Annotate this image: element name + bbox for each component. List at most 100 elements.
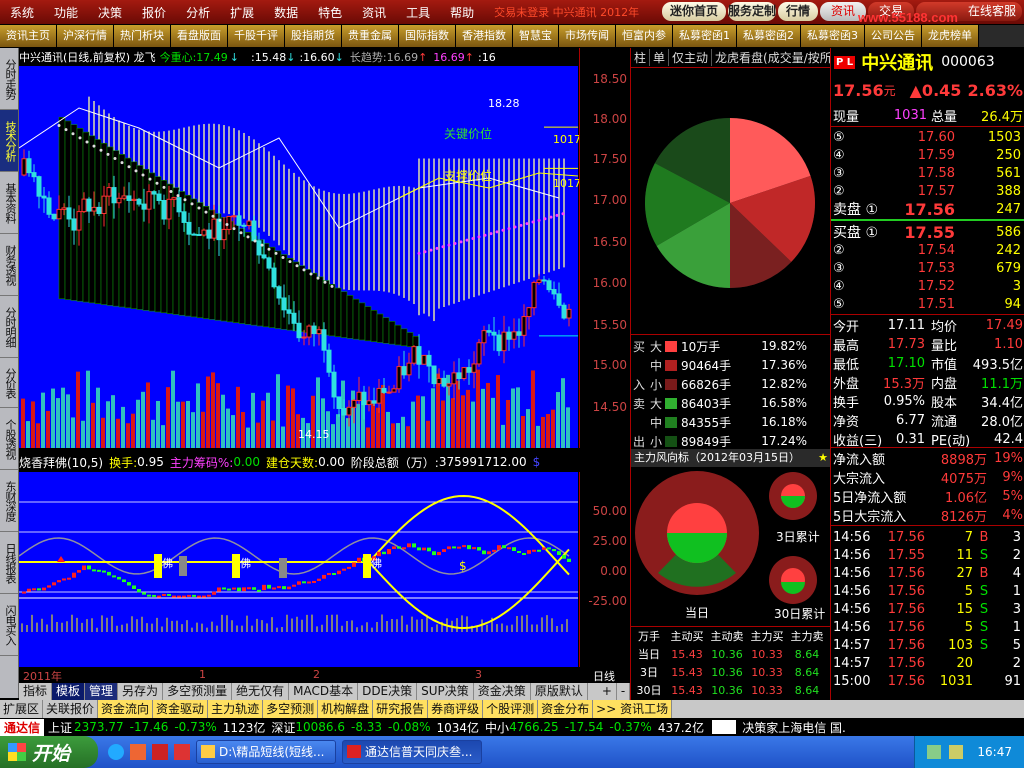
tab-dragon-tiger[interactable]: 龙虎榜单 (922, 25, 979, 47)
center-value: 17.49 (196, 50, 228, 64)
ask-row[interactable]: ⑤ 17.60 1503 (831, 128, 1024, 146)
tab-extend-area[interactable]: 扩展区 (0, 700, 44, 718)
tab-fund-decision[interactable]: 资金决策 (474, 683, 531, 700)
tab-wisdom[interactable]: 智慧宝 (513, 25, 559, 47)
tab-related-quote[interactable]: 关联报价 (43, 700, 99, 718)
vtab-profile[interactable]: 基本资料 (0, 172, 18, 234)
tab-announcements[interactable]: 公司公告 (865, 25, 922, 47)
tab-private-3[interactable]: 私募密函3 (801, 25, 865, 47)
tab-sh-sz-quotes[interactable]: 沪深行情 (57, 25, 114, 47)
start-button[interactable]: 开始 (0, 736, 98, 768)
bid-row[interactable]: 买盘 ① 17.55 586 (831, 223, 1024, 242)
menu-extend[interactable]: 扩展 (230, 4, 254, 21)
bid-row[interactable]: ③ 17.53 679 (831, 259, 1024, 277)
table-cell: 15.43 (671, 647, 703, 661)
tab-fund-drive[interactable]: 资金驱动 (153, 700, 209, 718)
tab-insider[interactable]: 恒富内参 (616, 25, 673, 47)
tick-count: 1 (1012, 619, 1021, 635)
tab-save-as[interactable]: 另存为 (118, 683, 164, 700)
quicklaunch-app-icon[interactable] (130, 744, 146, 760)
quicklaunch-app-icon[interactable] (174, 744, 190, 760)
vtab-intraday[interactable]: 分时走势 (0, 48, 18, 110)
tab-index-futures[interactable]: 股指期货 (285, 25, 342, 47)
menu-news[interactable]: 资讯 (362, 4, 386, 21)
bid-row[interactable]: ② 17.54 242 (831, 241, 1024, 259)
tab-hot-blocks[interactable]: 热门析块 (114, 25, 171, 47)
momentum-bar (417, 547, 421, 551)
menu-data[interactable]: 数据 (274, 4, 298, 21)
tab-fund-flow[interactable]: 资金流向 (98, 700, 154, 718)
tab-manage[interactable]: 管理 (85, 683, 119, 700)
tab-macd[interactable]: MACD基本 (289, 683, 359, 700)
tab-market-rumors[interactable]: 市场传闻 (559, 25, 616, 47)
tab-inst-analysis[interactable]: 机构解盘 (318, 700, 374, 718)
tab-private-2[interactable]: 私募密函2 (737, 25, 801, 47)
tab-research[interactable]: 研究报告 (373, 700, 429, 718)
menu-quote[interactable]: 报价 (142, 4, 166, 21)
vtab-finance[interactable]: 财务透视 (0, 234, 18, 296)
vtab-flash-buy[interactable]: 闪电买入 (0, 594, 18, 656)
menu-help[interactable]: 帮助 (450, 4, 474, 21)
tab-indicator[interactable]: 指标 (19, 683, 53, 700)
tab-bar-mode[interactable]: 柱 (631, 49, 651, 66)
tray-icon[interactable] (927, 745, 942, 759)
tab-unique[interactable]: 绝无仅有 (232, 683, 290, 700)
vtab-technical[interactable]: 技术分析 (0, 110, 18, 172)
ask-row[interactable]: 卖盘 ① 17.56 247 (831, 200, 1024, 219)
vtab-stock-view[interactable]: 个股透视 (0, 408, 18, 470)
star-icon[interactable]: ★ (818, 449, 828, 467)
tab-news-workshop[interactable]: >> 资讯工场 (593, 700, 673, 718)
tab-active-only[interactable]: 仅主动 (669, 49, 713, 66)
ask-row[interactable]: ② 17.57 388 (831, 182, 1024, 200)
quicklaunch-app-icon[interactable] (152, 744, 168, 760)
tab-sup[interactable]: SUP决策 (417, 683, 474, 700)
menu-function[interactable]: 功能 (54, 4, 78, 21)
menu-tools[interactable]: 工具 (406, 4, 430, 21)
ask-row[interactable]: ③ 17.58 561 (831, 164, 1024, 182)
tab-intl-index[interactable]: 国际指数 (399, 25, 456, 47)
vtab-daily-report[interactable]: 日线报表 (0, 532, 18, 594)
tab-main-track[interactable]: 主力轨迹 (208, 700, 264, 718)
tab-stock-reviews[interactable]: 千股千评 (228, 25, 285, 47)
tab-single-mode[interactable]: 单 (650, 49, 670, 66)
tab-news-home[interactable]: 资讯主页 (0, 25, 57, 47)
tab-template[interactable]: 模板 (52, 683, 86, 700)
zoom-out-button[interactable]: - (617, 683, 631, 700)
tab-private-1[interactable]: 私募密函1 (673, 25, 737, 47)
tab-precious-metals[interactable]: 贵重金属 (342, 25, 399, 47)
vtab-price-table[interactable]: 分价表 (0, 358, 18, 408)
menu-analysis[interactable]: 分析 (186, 4, 210, 21)
bid-row[interactable]: ④ 17.52 3 (831, 277, 1024, 295)
tab-stock-eval[interactable]: 个股评测 (483, 700, 539, 718)
vtab-depth[interactable]: 东财深度 (0, 470, 18, 532)
quote-button[interactable]: 行情 (778, 2, 818, 21)
bid-row[interactable]: ⑤ 17.51 94 (831, 295, 1024, 313)
tab-forecast[interactable]: 多空预测 (263, 700, 319, 718)
menu-special[interactable]: 特色 (318, 4, 342, 21)
candle-body (401, 366, 407, 376)
service-custom-button[interactable]: 服务定制 (728, 2, 776, 21)
task-tdx[interactable]: 通达信普天同庆叁... (342, 740, 482, 764)
task-folder[interactable]: D:\精品短线(短线... (196, 740, 336, 764)
volume-bar (401, 416, 405, 448)
menu-decision[interactable]: 决策 (98, 4, 122, 21)
zoom-in-button[interactable]: + (598, 683, 617, 700)
y-tick: 25.00 (592, 534, 627, 548)
tab-fund-dist[interactable]: 资金分布 (538, 700, 594, 718)
period-label[interactable]: 日线 (593, 668, 615, 684)
tab-long-short[interactable]: 多空预测量 (163, 683, 233, 700)
ask-row[interactable]: ④ 17.59 250 (831, 146, 1024, 164)
indicator-chart[interactable]: 佛 佛 佛 $ (18, 472, 578, 667)
tab-default[interactable]: 原版默认 (531, 683, 588, 700)
tray-icon[interactable] (949, 745, 964, 759)
menu-system[interactable]: 系统 (10, 4, 34, 21)
vtab-tick-detail[interactable]: 分时明细 (0, 296, 18, 358)
ie-icon[interactable] (108, 744, 124, 760)
tab-dde[interactable]: DDE决策 (358, 683, 418, 700)
tab-hk-index[interactable]: 香港指数 (456, 25, 513, 47)
mini-home-button[interactable]: 迷你首页 (662, 2, 726, 21)
tab-broker-rating[interactable]: 券商评级 (428, 700, 484, 718)
indicator-name[interactable]: 烧香拜佛(10,5) (19, 454, 103, 471)
tab-market-view[interactable]: 看盘版面 (171, 25, 228, 47)
sh-change: -17.46 (129, 720, 169, 734)
